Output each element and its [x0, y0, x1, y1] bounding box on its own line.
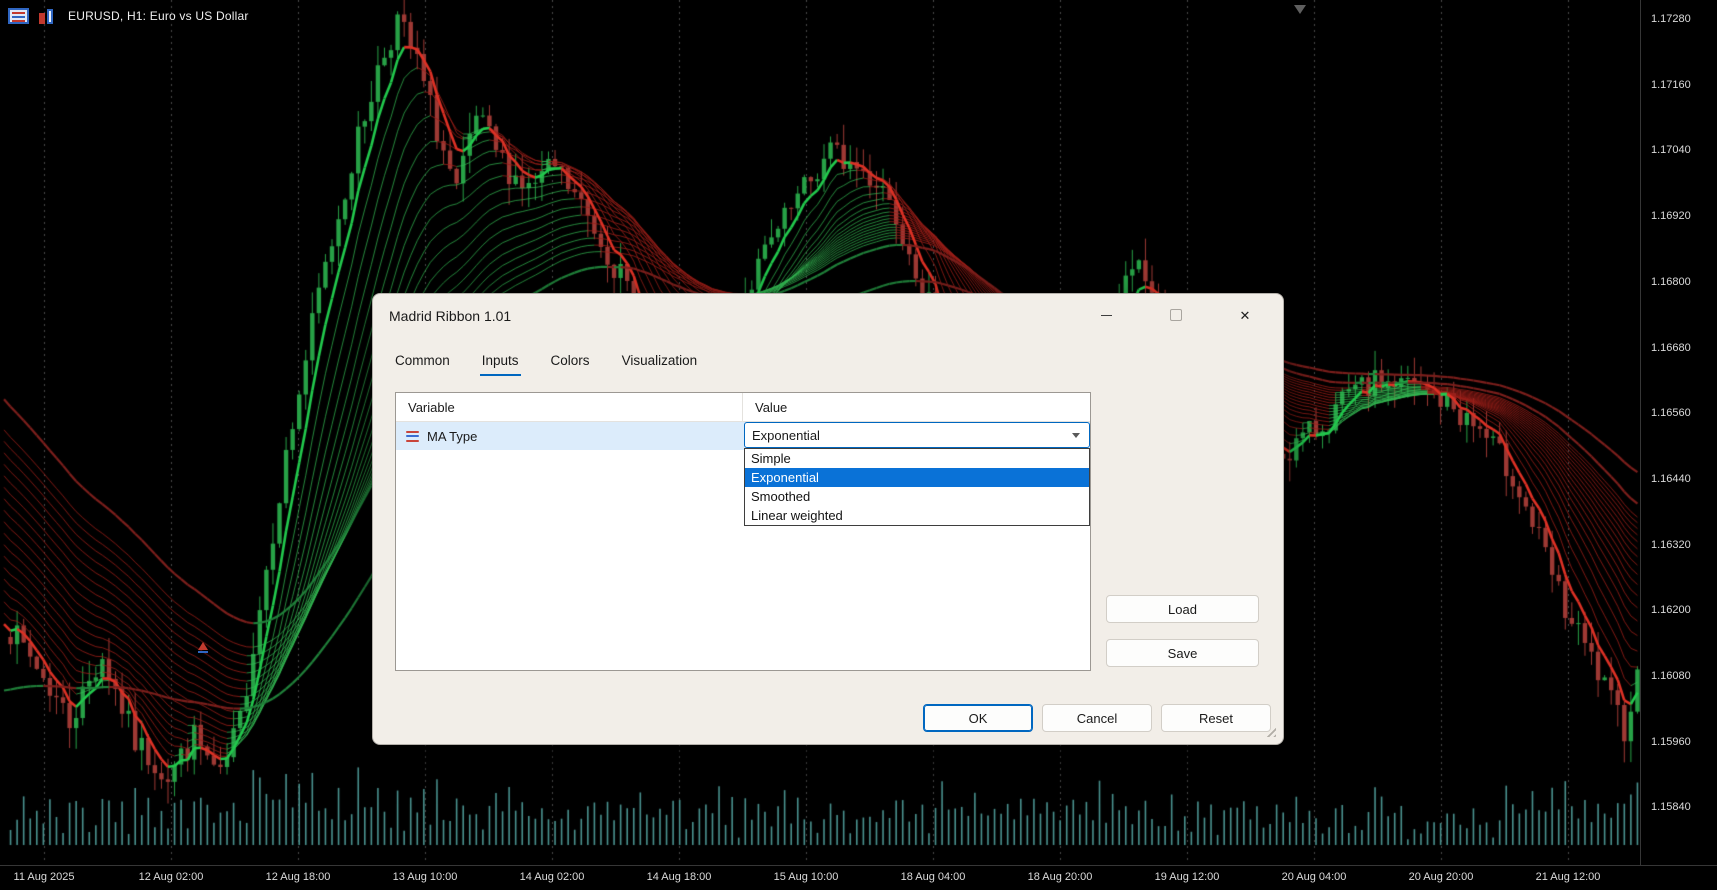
time-label: 18 Aug 04:00 [900, 871, 966, 883]
chart-title-bar: EURUSD, H1: Euro vs US Dollar [8, 8, 249, 24]
price-label: 1.16680 [1651, 342, 1691, 354]
time-label: 20 Aug 20:00 [1408, 871, 1474, 883]
column-header-variable: Variable [396, 393, 743, 421]
load-button[interactable]: Load [1106, 595, 1259, 623]
dropdown-option-smoothed[interactable]: Smoothed [745, 487, 1089, 506]
chevron-down-icon [1072, 432, 1080, 438]
variable-name: MA Type [427, 428, 478, 444]
minimize-icon [1100, 314, 1112, 316]
close-button[interactable]: ✕ [1222, 300, 1268, 330]
price-label: 1.16920 [1651, 210, 1691, 222]
combobox-value: Exponential [752, 427, 820, 443]
price-label: 1.17160 [1651, 79, 1691, 91]
maximize-icon [1170, 309, 1182, 321]
table-header-row: Variable Value [396, 393, 1090, 422]
time-label: 19 Aug 12:00 [1154, 871, 1220, 883]
tab-inputs[interactable]: Inputs [479, 349, 521, 376]
dialog-tabs: Common Inputs Colors Visualization [393, 344, 699, 376]
price-label: 1.17040 [1651, 144, 1691, 156]
mt5-chart-screen: { "chart": { "title": "EURUSD, H1: Euro … [0, 0, 1717, 890]
time-label: 14 Aug 02:00 [519, 871, 585, 883]
price-axis[interactable]: 1.17280 1.17160 1.17040 1.16920 1.16800 … [1640, 0, 1717, 865]
time-label: 13 Aug 10:00 [392, 871, 458, 883]
price-label: 1.15840 [1651, 801, 1691, 813]
indicator-icon [406, 430, 419, 442]
price-label: 1.15960 [1651, 736, 1691, 748]
indicator-properties-dialog: Madrid Ribbon 1.01 ✕ Common Inputs Color… [372, 293, 1284, 745]
price-label: 1.16200 [1651, 604, 1691, 616]
price-label: 1.17280 [1651, 13, 1691, 25]
reset-button[interactable]: Reset [1161, 704, 1271, 732]
price-label: 1.16080 [1651, 670, 1691, 682]
inputs-table: Variable Value MA Type Exponential Simpl… [395, 392, 1091, 671]
time-label: 21 Aug 12:00 [1535, 871, 1601, 883]
time-axis[interactable]: 11 Aug 2025 12 Aug 02:00 12 Aug 18:00 13… [0, 865, 1717, 890]
dropdown-option-simple[interactable]: Simple [745, 449, 1089, 468]
time-label: 14 Aug 18:00 [646, 871, 712, 883]
save-button[interactable]: Save [1106, 639, 1259, 667]
cancel-button[interactable]: Cancel [1042, 704, 1152, 732]
chart-shift-marker-icon[interactable] [1294, 5, 1306, 14]
time-label: 18 Aug 20:00 [1027, 871, 1093, 883]
chart-list-icon[interactable] [8, 8, 29, 24]
time-label: 12 Aug 18:00 [265, 871, 331, 883]
tab-common[interactable]: Common [393, 349, 452, 376]
close-icon: ✕ [1239, 307, 1251, 323]
dropdown-option-exponential[interactable]: Exponential [745, 468, 1089, 487]
maximize-button[interactable] [1153, 300, 1199, 330]
time-label: 11 Aug 2025 [13, 871, 75, 883]
price-label: 1.16560 [1651, 407, 1691, 419]
variable-cell[interactable]: MA Type [396, 429, 743, 444]
ma-type-dropdown-list: Simple Exponential Smoothed Linear weigh… [744, 448, 1090, 526]
time-label: 15 Aug 10:00 [773, 871, 839, 883]
tab-colors[interactable]: Colors [549, 349, 592, 376]
price-label: 1.16440 [1651, 473, 1691, 485]
trade-arrow-icon [198, 642, 208, 653]
minimize-button[interactable] [1083, 300, 1129, 330]
bar-chart-icon[interactable] [38, 8, 59, 24]
chart-symbol-title: EURUSD, H1: Euro vs US Dollar [68, 9, 249, 23]
column-header-value: Value [755, 399, 788, 415]
price-label: 1.16800 [1651, 276, 1691, 288]
dialog-title: Madrid Ribbon 1.01 [389, 308, 512, 324]
time-label: 20 Aug 04:00 [1281, 871, 1347, 883]
ok-button[interactable]: OK [923, 704, 1033, 732]
ma-type-combobox[interactable]: Exponential [744, 422, 1090, 448]
price-label: 1.16320 [1651, 539, 1691, 551]
dropdown-option-linear-weighted[interactable]: Linear weighted [745, 506, 1089, 525]
time-label: 12 Aug 02:00 [138, 871, 204, 883]
tab-visualization[interactable]: Visualization [620, 349, 700, 376]
